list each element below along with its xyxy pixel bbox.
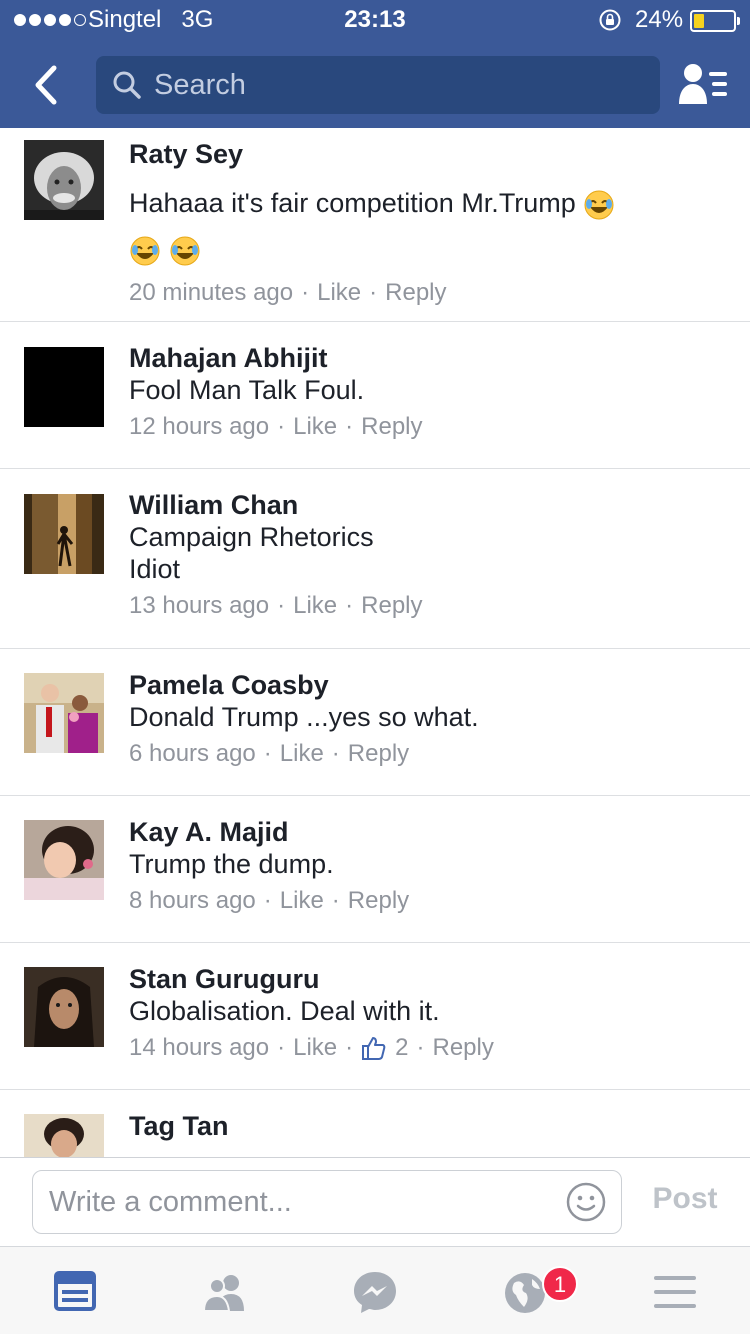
search-input[interactable]: [154, 56, 634, 114]
comment-meta: 14 hours ago · Like · 2 · Reply: [129, 1033, 494, 1063]
back-button[interactable]: [26, 60, 66, 110]
avatar[interactable]: [24, 494, 104, 574]
comment-item: William Chan Campaign Rhetorics Idiot 13…: [0, 469, 750, 649]
avatar[interactable]: [24, 347, 104, 427]
bottom-tab-bar: 1: [0, 1246, 750, 1334]
friends-icon[interactable]: [200, 1267, 250, 1317]
avatar[interactable]: [24, 967, 104, 1047]
comment-item: Mahajan Abhijit Fool Man Talk Foul. 12 h…: [0, 322, 750, 469]
comment-item: Pamela Coasby Donald Trump ...yes so wha…: [0, 649, 750, 796]
comment-text: Trump the dump.: [129, 849, 334, 879]
comment-composer: Post: [0, 1157, 750, 1246]
search-bar[interactable]: [96, 56, 660, 114]
laughing-emoji-icon: [170, 236, 200, 266]
avatar[interactable]: [24, 1114, 104, 1157]
comment-input[interactable]: [49, 1171, 549, 1233]
notifications-globe-icon[interactable]: [500, 1267, 550, 1317]
comment-time: 13 hours ago: [129, 592, 270, 619]
comment-item: Raty Sey Hahaaa it's fair competition Mr…: [0, 128, 750, 322]
comment-author[interactable]: Stan Guruguru: [129, 963, 730, 995]
avatar[interactable]: [24, 820, 104, 900]
messenger-icon[interactable]: [350, 1267, 400, 1317]
avatar[interactable]: [24, 673, 104, 753]
comment-author[interactable]: Tag Tan: [129, 1110, 730, 1142]
top-header: Singtel 3G 23:13 24%: [0, 0, 750, 128]
comment-meta: 12 hours ago · Like · Reply: [129, 412, 423, 442]
like-count-value: 2: [395, 1034, 409, 1061]
reply-button[interactable]: Reply: [433, 1033, 494, 1063]
menu-icon[interactable]: [650, 1267, 700, 1317]
comment-author[interactable]: Mahajan Abhijit: [129, 342, 730, 374]
search-icon: [113, 71, 141, 99]
write-comment-box[interactable]: [32, 1170, 622, 1234]
like-button[interactable]: Like: [293, 591, 337, 621]
notification-badge: 1: [542, 1266, 578, 1302]
comment-text: Campaign Rhetorics Idiot: [129, 522, 374, 584]
comment-item: Tag Tan: [0, 1090, 750, 1157]
comment-meta: 13 hours ago · Like · Reply: [129, 591, 423, 621]
comment-author[interactable]: Kay A. Majid: [129, 816, 730, 848]
laughing-emoji-icon: [584, 190, 614, 220]
like-button[interactable]: Like: [280, 739, 324, 769]
friends-list-icon[interactable]: [678, 62, 728, 106]
comment-author[interactable]: William Chan: [129, 489, 730, 521]
reply-button[interactable]: Reply: [385, 278, 446, 308]
comment-item: Stan Guruguru Globalisation. Deal with i…: [0, 943, 750, 1090]
comment-text: Globalisation. Deal with it.: [129, 996, 440, 1026]
battery-percent: 24%: [635, 6, 684, 33]
comment-author[interactable]: Raty Sey: [129, 138, 730, 170]
like-button[interactable]: Like: [280, 886, 324, 916]
comment-time: 8 hours ago: [129, 887, 256, 914]
comment-meta: 8 hours ago · Like · Reply: [129, 886, 410, 916]
like-button[interactable]: Like: [317, 278, 361, 308]
laughing-emoji-icon: [130, 236, 160, 266]
battery-icon: [690, 10, 740, 32]
comment-time: 14 hours ago: [129, 1034, 270, 1061]
comment-time: 20 minutes ago: [129, 279, 294, 306]
reply-button[interactable]: Reply: [361, 591, 422, 621]
avatar[interactable]: [24, 140, 104, 220]
comment-list[interactable]: Raty Sey Hahaaa it's fair competition Mr…: [0, 128, 750, 1157]
reply-button[interactable]: Reply: [348, 886, 409, 916]
reply-button[interactable]: Reply: [348, 739, 409, 769]
like-count[interactable]: 2: [361, 1033, 409, 1063]
comment-meta: 20 minutes ago · Like · Reply: [129, 278, 447, 308]
comment-text: Donald Trump ...yes so what.: [129, 702, 479, 732]
comment-text-block: Hahaaa it's fair competition Mr.Trump: [129, 180, 730, 272]
comment-text: Fool Man Talk Foul.: [129, 375, 365, 405]
comment-item: Kay A. Majid Trump the dump. 8 hours ago…: [0, 796, 750, 943]
rotation-lock-icon: [599, 9, 621, 31]
comment-author[interactable]: Pamela Coasby: [129, 669, 730, 701]
like-button[interactable]: Like: [293, 1033, 337, 1063]
post-button[interactable]: Post: [640, 1182, 730, 1216]
like-button[interactable]: Like: [293, 412, 337, 442]
news-feed-icon[interactable]: [50, 1267, 100, 1317]
comment-time: 12 hours ago: [129, 413, 270, 440]
reply-button[interactable]: Reply: [361, 412, 422, 442]
smiley-icon[interactable]: [565, 1181, 607, 1223]
comment-time: 6 hours ago: [129, 740, 256, 767]
comment-meta: 6 hours ago · Like · Reply: [129, 739, 410, 769]
thumbs-up-icon: [362, 1037, 386, 1060]
comment-text: Hahaaa it's fair competition Mr.Trump: [129, 188, 576, 218]
status-bar: Singtel 3G 23:13 24%: [0, 0, 750, 40]
